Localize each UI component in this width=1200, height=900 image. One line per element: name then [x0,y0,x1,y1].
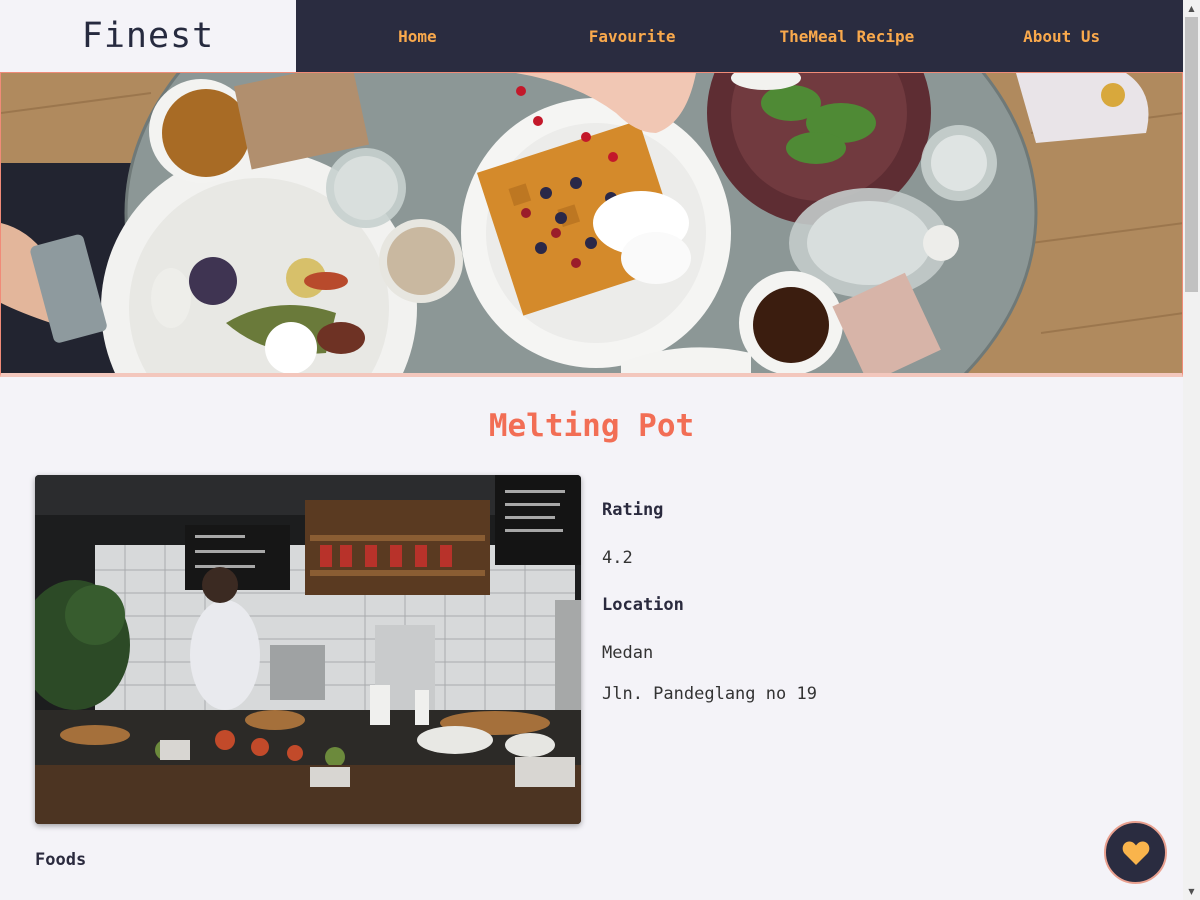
restaurant-photo [35,475,581,824]
rating-label: Rating [602,500,664,520]
scroll-down-arrow-icon[interactable]: ▼ [1183,883,1200,900]
header: Finest Home Favourite TheMeal Recipe Abo… [0,0,1183,72]
brand-name: Finest [81,16,215,56]
brand-logo[interactable]: Finest [0,0,296,72]
restaurant-interior-illustration [35,475,581,824]
restaurant-name: Melting Pot [488,408,695,444]
nav-home[interactable]: Home [310,27,524,46]
page-scrollbar[interactable]: ▲ ▼ [1183,0,1200,900]
rating-value: 4.2 [602,548,633,568]
favorite-button[interactable] [1104,821,1167,884]
location-label: Location [602,595,684,615]
scroll-up-arrow-icon[interactable]: ▲ [1183,0,1200,17]
main-nav: Home Favourite TheMeal Recipe About Us [296,0,1183,72]
location-city: Medan [602,643,654,663]
nav-themeal-recipe[interactable]: TheMeal Recipe [740,27,954,46]
location-address: Jln. Pandeglang no 19 [602,684,817,704]
scroll-thumb[interactable] [1185,17,1198,292]
hero-banner-image [0,72,1183,377]
page: Finest Home Favourite TheMeal Recipe Abo… [0,0,1200,900]
nav-about-us[interactable]: About Us [955,27,1169,46]
foods-heading: Foods [35,850,87,870]
heart-icon [1122,840,1149,865]
nav-favourite[interactable]: Favourite [525,27,739,46]
hero-food-table-illustration [1,73,1182,373]
